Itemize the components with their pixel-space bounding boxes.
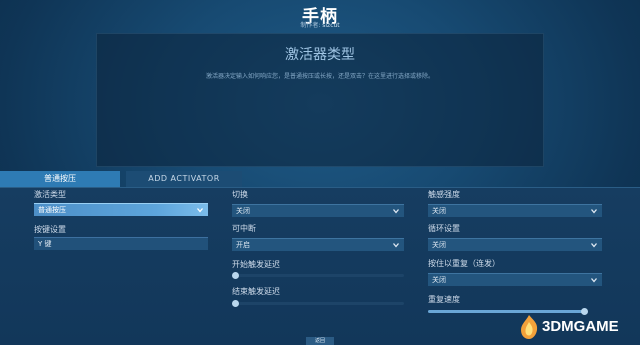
tab-divider: [0, 187, 640, 188]
repeat-rate-label: 重复速度: [428, 295, 460, 304]
3dm-logo-icon: [521, 315, 538, 339]
end-delay-label: 结束触发延迟: [232, 287, 280, 296]
toggle-label: 切换: [232, 190, 248, 199]
interruptible-value: 开启: [236, 241, 250, 249]
author-line: 制作者: sizcut: [0, 20, 640, 29]
toggle-value: 关闭: [236, 207, 250, 215]
end-delay-handle[interactable]: [232, 300, 239, 307]
start-delay-handle[interactable]: [232, 272, 239, 279]
activator-info-panel: 激活器类型 激活器决定输入如何响应您，是普通按压或长按，还是双击？在这里进行选择…: [96, 33, 544, 167]
end-delay-slider[interactable]: [232, 300, 404, 307]
hold-repeat-dropdown[interactable]: 关闭: [428, 273, 602, 286]
start-delay-slider[interactable]: [232, 272, 404, 279]
watermark-text: 3DMGAME: [542, 318, 619, 335]
haptic-intensity-value: 关闭: [432, 207, 446, 215]
cycle-dropdown[interactable]: 关闭: [428, 238, 602, 251]
chevron-down-icon: [591, 243, 597, 248]
activation-type-label: 激活类型: [34, 190, 66, 199]
hold-repeat-label: 按住以重复（连发）: [428, 259, 500, 268]
watermark: 3DMGAME: [518, 312, 638, 342]
cycle-value: 关闭: [432, 241, 446, 249]
chevron-down-icon: [591, 278, 597, 283]
author-prefix: 制作者:: [300, 22, 321, 29]
haptic-intensity-dropdown[interactable]: 关闭: [428, 204, 602, 217]
panel-title: 激活器类型: [285, 47, 355, 63]
activation-type-dropdown[interactable]: 普通按压: [34, 203, 208, 216]
interruptible-dropdown[interactable]: 开启: [232, 238, 404, 251]
haptic-intensity-label: 触感强度: [428, 190, 460, 199]
chevron-down-icon: [197, 208, 203, 213]
interruptible-label: 可中断: [232, 224, 256, 233]
toggle-dropdown[interactable]: 关闭: [232, 204, 404, 217]
key-binding-field[interactable]: Y 键: [34, 237, 208, 250]
panel-description: 激活器决定输入如何响应您，是普通按压或长按，还是双击？在这里进行选择或移除。: [205, 73, 434, 80]
cycle-label: 循环设置: [428, 224, 460, 233]
back-button[interactable]: 返回: [306, 337, 334, 345]
chevron-down-icon: [591, 209, 597, 214]
tab-add-activator[interactable]: ADD ACTIVATOR: [126, 171, 242, 187]
start-delay-label: 开始触发延迟: [232, 260, 280, 269]
tab-regular-press[interactable]: 普通按压: [0, 171, 120, 187]
hold-repeat-value: 关闭: [432, 276, 446, 284]
chevron-down-icon: [393, 243, 399, 248]
activation-type-value: 普通按压: [38, 206, 66, 214]
key-binding-label: 按键设置: [34, 225, 66, 234]
author-name[interactable]: sizcut: [322, 22, 339, 29]
chevron-down-icon: [393, 209, 399, 214]
